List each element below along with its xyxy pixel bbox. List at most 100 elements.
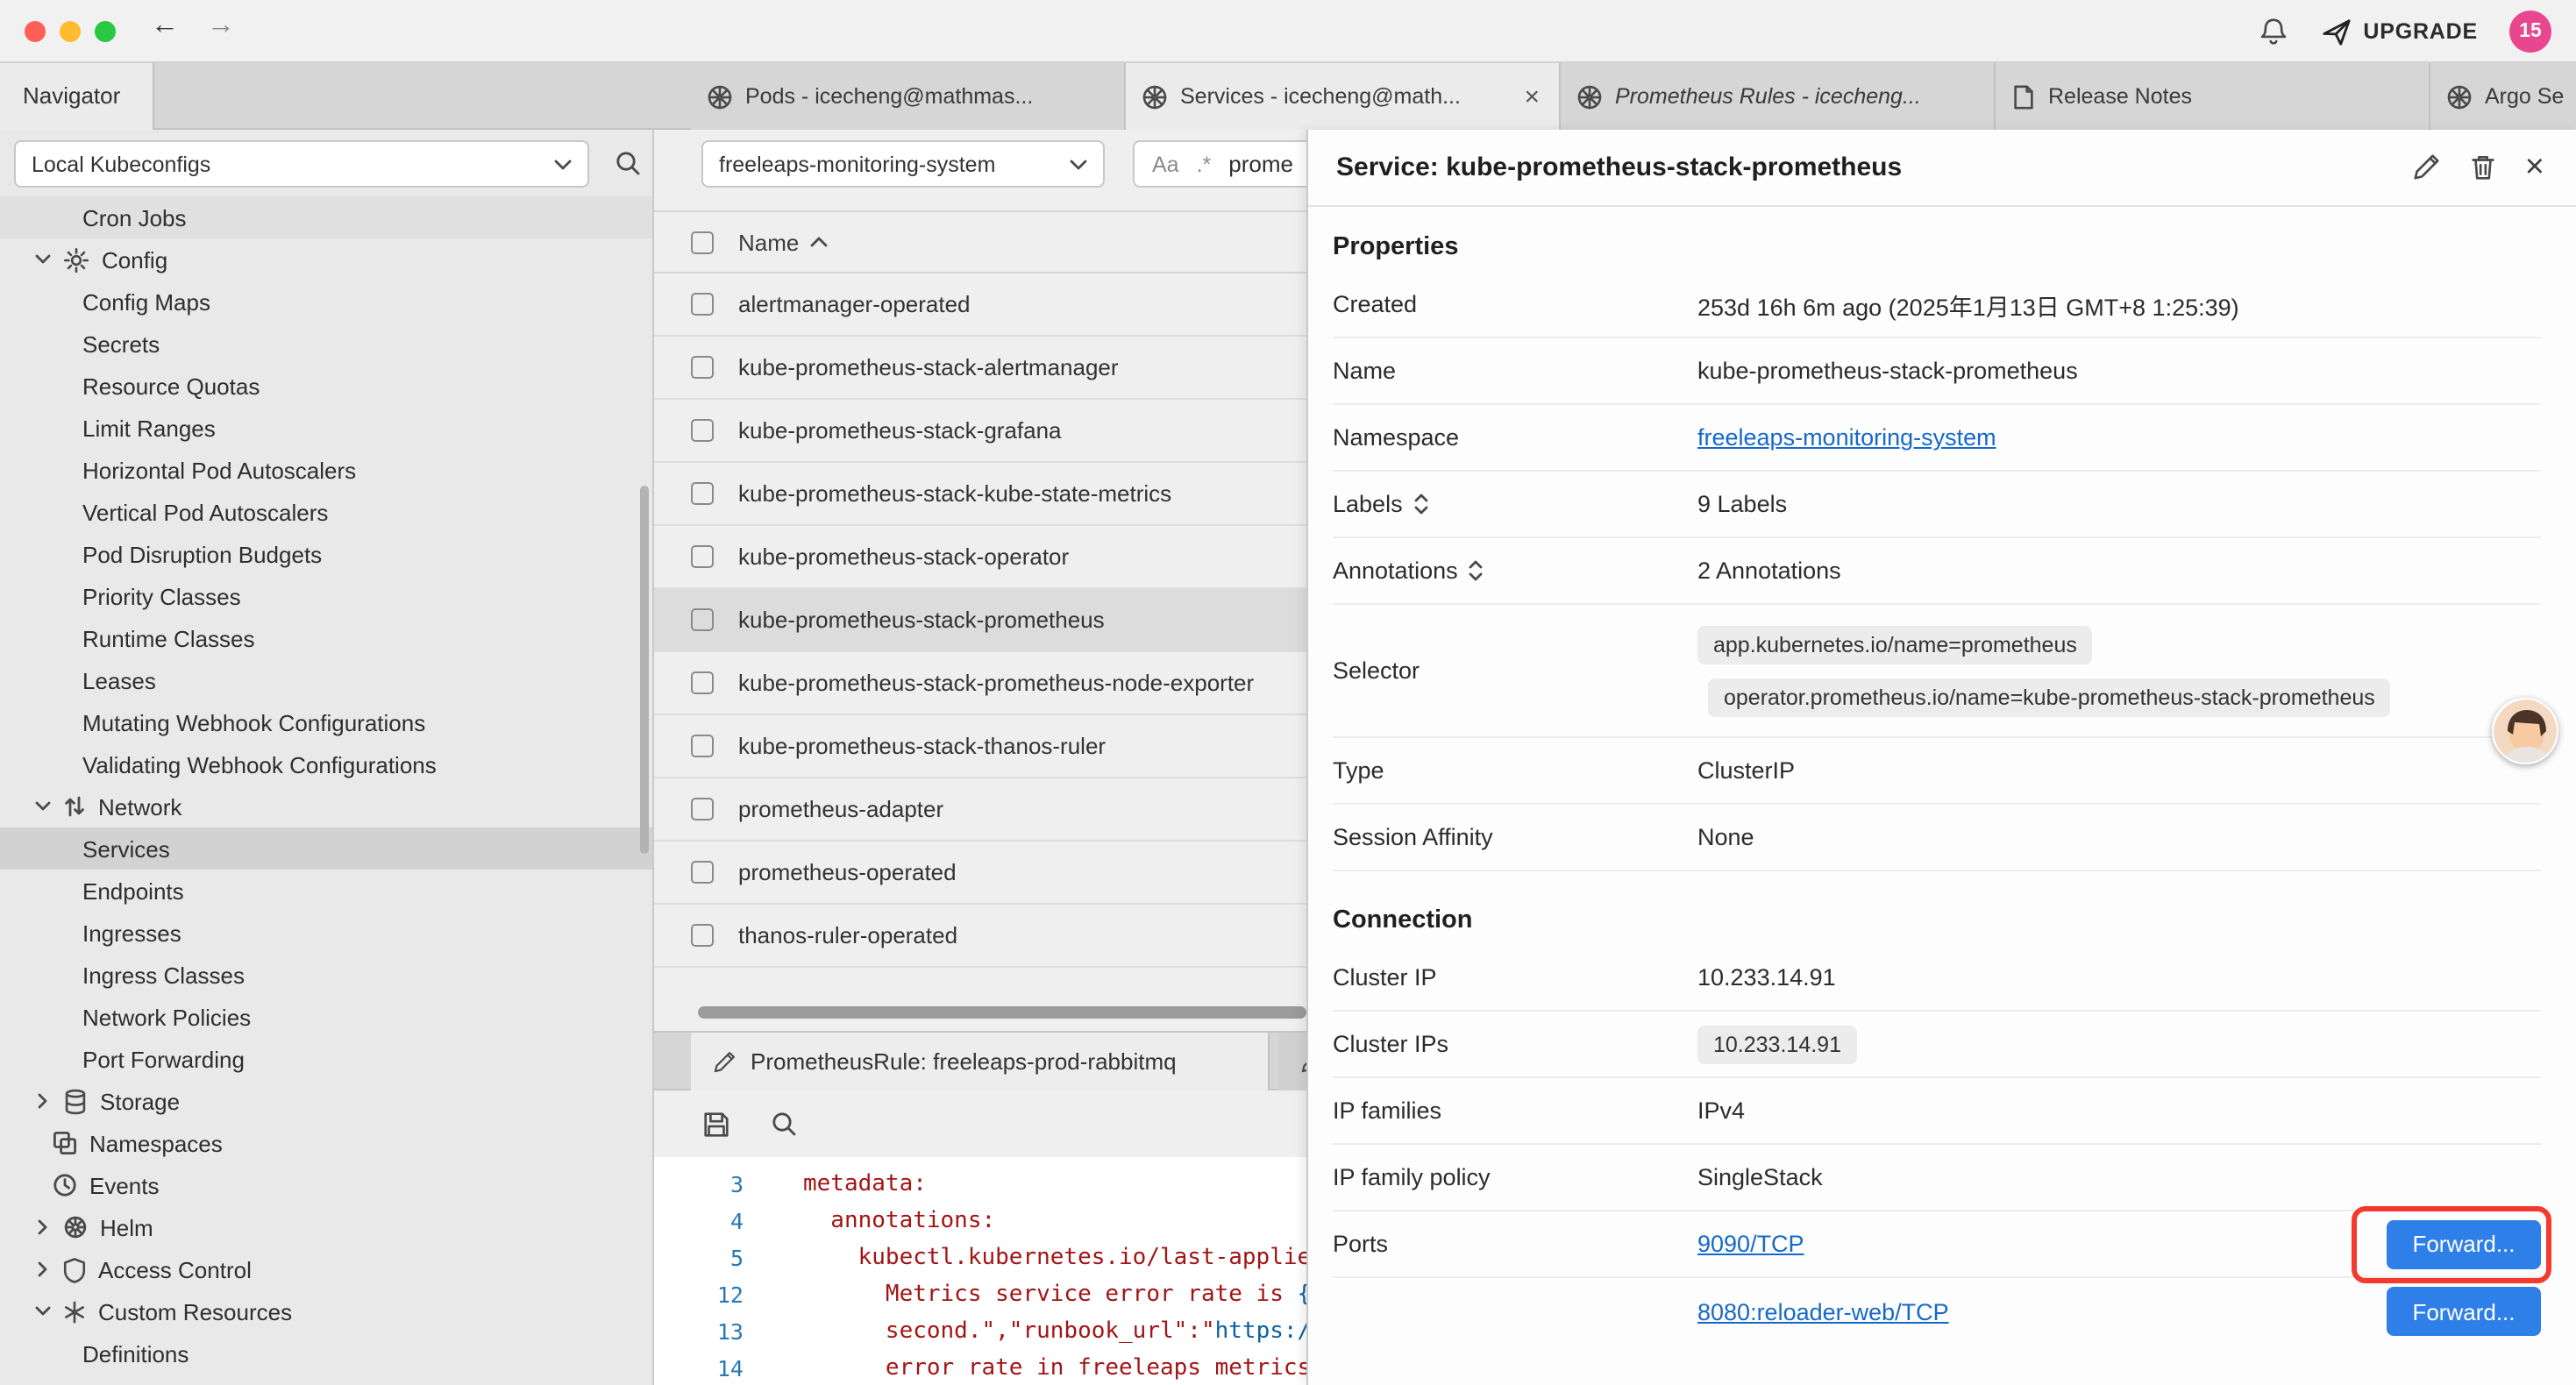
- sidebar-item-pod-disruption-budgets[interactable]: Pod Disruption Budgets: [0, 533, 652, 575]
- editor-search-icon[interactable]: [770, 1110, 798, 1138]
- sidebar-item-priority-classes[interactable]: Priority Classes: [0, 575, 652, 617]
- yaml-string: second.","runbook_url":": [803, 1318, 1215, 1345]
- row-checkbox[interactable]: [691, 293, 714, 316]
- row-checkbox[interactable]: [691, 735, 714, 757]
- sidebar-item-services[interactable]: Services: [0, 827, 652, 870]
- row-checkbox[interactable]: [691, 861, 714, 884]
- tab-label: Prometheus Rules - icecheng...: [1615, 84, 1978, 109]
- row-checkbox[interactable]: [691, 419, 714, 442]
- namespace-select[interactable]: freeleaps-monitoring-system: [701, 140, 1105, 188]
- kubeconfig-select-value: Local Kubeconfigs: [32, 152, 554, 176]
- sidebar-item-config[interactable]: Config: [0, 238, 652, 281]
- service-details-drawer: Service: kube-prometheus-stack-prometheu…: [1306, 130, 2576, 1385]
- line-number: 3: [654, 1166, 744, 1203]
- tab-label: Pods - icecheng@mathmas...: [745, 84, 1108, 109]
- sort-toggle-icon[interactable]: [1469, 559, 1484, 582]
- port-forward-button[interactable]: Forward...: [2387, 1287, 2541, 1336]
- close-window-button[interactable]: [25, 21, 46, 42]
- tab-services[interactable]: Services - icecheng@math... ×: [1126, 63, 1561, 130]
- notifications-bell-icon[interactable]: [2256, 15, 2289, 48]
- selector-badge: operator.prometheus.io/name=kube-prometh…: [1708, 678, 2391, 716]
- sidebar-item-custom-resources[interactable]: Custom Resources: [0, 1290, 652, 1332]
- history-nav: ← →: [151, 11, 235, 42]
- sidebar-item-horizontal-pod-autoscalers[interactable]: Horizontal Pod Autoscalers: [0, 449, 652, 491]
- sidebar-search-icon[interactable]: [614, 149, 642, 177]
- clock-icon: [53, 1173, 77, 1197]
- port-link-9090[interactable]: 9090/TCP: [1697, 1231, 1804, 1257]
- sidebar-item-limit-ranges[interactable]: Limit Ranges: [0, 407, 652, 449]
- minimize-window-button[interactable]: [60, 21, 81, 42]
- notification-count-badge[interactable]: 15: [2509, 11, 2551, 53]
- sidebar-item-network[interactable]: Network: [0, 785, 652, 827]
- port-link-8080[interactable]: 8080:reloader-web/TCP: [1697, 1298, 1949, 1325]
- property-row-labels: Labels 9 Labels: [1333, 472, 2541, 538]
- bottom-tab-prometheusrule[interactable]: PrometheusRule: freeleaps-prod-rabbitmq: [691, 1033, 1270, 1090]
- tab-pods[interactable]: Pods - icecheng@mathmas...: [691, 63, 1126, 130]
- close-tab-icon[interactable]: ×: [1520, 82, 1543, 111]
- back-button[interactable]: ←: [151, 11, 179, 42]
- sidebar-item-definitions[interactable]: Definitions: [0, 1332, 652, 1374]
- sidebar-scrollbar[interactable]: [640, 486, 649, 854]
- sidebar-item-helm[interactable]: Helm: [0, 1206, 652, 1248]
- select-all-checkbox[interactable]: [691, 231, 714, 253]
- row-checkbox[interactable]: [691, 608, 714, 631]
- sidebar-item-events[interactable]: Events: [0, 1164, 652, 1206]
- sidebar-item-access-control[interactable]: Access Control: [0, 1248, 652, 1290]
- sidebar-item-validating-webhook-configurations[interactable]: Validating Webhook Configurations: [0, 743, 652, 785]
- sidebar-item-runtime-classes[interactable]: Runtime Classes: [0, 617, 652, 659]
- connection-row-ip-families: IP families IPv4: [1333, 1078, 2541, 1145]
- sidebar-item-vertical-pod-autoscalers[interactable]: Vertical Pod Autoscalers: [0, 491, 652, 533]
- sort-ascending-icon[interactable]: [809, 237, 827, 247]
- sidebar-item-ingress-classes[interactable]: Ingress Classes: [0, 954, 652, 996]
- row-checkbox[interactable]: [691, 482, 714, 505]
- row-checkbox[interactable]: [691, 924, 714, 947]
- horizontal-scrollbar[interactable]: [698, 1006, 1306, 1019]
- save-icon[interactable]: [701, 1109, 731, 1139]
- sidebar-item-network-policies[interactable]: Network Policies: [0, 996, 652, 1038]
- row-checkbox[interactable]: [691, 545, 714, 568]
- regex-toggle[interactable]: .*: [1197, 152, 1212, 176]
- sidebar-item-ingresses[interactable]: Ingresses: [0, 912, 652, 954]
- row-checkbox[interactable]: [691, 671, 714, 694]
- edit-icon[interactable]: [2411, 153, 2441, 182]
- close-drawer-icon[interactable]: ×: [2525, 151, 2544, 184]
- name-column-header[interactable]: Name: [738, 229, 799, 255]
- upgrade-button[interactable]: UPGRADE: [2321, 17, 2478, 46]
- row-checkbox[interactable]: [691, 798, 714, 820]
- app-window: ← → UPGRADE 15 Navigator Pods - icecheng…: [0, 0, 2576, 1385]
- sidebar-item-config-maps[interactable]: Config Maps: [0, 281, 652, 323]
- tab-release-notes[interactable]: Release Notes: [1996, 63, 2430, 130]
- namespace-link[interactable]: freeleaps-monitoring-system: [1697, 424, 1996, 451]
- sidebar-item-storage[interactable]: Storage: [0, 1080, 652, 1122]
- namespace-select-value: freeleaps-monitoring-system: [719, 152, 1070, 176]
- sidebar-item-mutating-webhook-configurations[interactable]: Mutating Webhook Configurations: [0, 701, 652, 743]
- sidebar-item-namespaces[interactable]: Namespaces: [0, 1122, 652, 1164]
- connection-row-ip-family-policy: IP family policy SingleStack: [1333, 1145, 2541, 1211]
- user-avatar[interactable]: [2492, 698, 2558, 764]
- titlebar: ← → UPGRADE 15: [0, 0, 2576, 63]
- chevron-right-icon: [38, 1261, 48, 1277]
- sort-toggle-icon[interactable]: [1413, 493, 1429, 515]
- sidebar-item-endpoints[interactable]: Endpoints: [0, 870, 652, 912]
- yaml-key: metadata:: [803, 1171, 927, 1197]
- tab-label: Services - icecheng@math...: [1180, 84, 1508, 109]
- sidebar-item-resource-quotas[interactable]: Resource Quotas: [0, 365, 652, 407]
- navigator-panel-tab[interactable]: Navigator: [0, 63, 154, 130]
- forward-button[interactable]: →: [207, 11, 235, 42]
- delete-icon[interactable]: [2469, 153, 2497, 182]
- tab-argo[interactable]: Argo Se: [2430, 63, 2576, 130]
- sidebar-item-cron-jobs[interactable]: Cron Jobs: [0, 196, 652, 238]
- sidebar-item-leases[interactable]: Leases: [0, 659, 652, 701]
- property-row-selector: Selector app.kubernetes.io/name=promethe…: [1333, 605, 2541, 738]
- properties-heading: Properties: [1333, 230, 2541, 265]
- kubeconfig-select[interactable]: Local Kubeconfigs: [14, 140, 589, 188]
- tab-prometheus-rules[interactable]: Prometheus Rules - icecheng...: [1561, 63, 1996, 130]
- port-forward-button[interactable]: Forward...: [2387, 1219, 2541, 1268]
- row-checkbox[interactable]: [691, 356, 714, 379]
- sidebar-item-port-forwarding[interactable]: Port Forwarding: [0, 1038, 652, 1080]
- cluster-ip-badge: 10.233.14.91: [1697, 1025, 1857, 1063]
- zoom-window-button[interactable]: [95, 21, 116, 42]
- match-case-toggle[interactable]: Aa: [1152, 152, 1179, 176]
- sidebar-item-secrets[interactable]: Secrets: [0, 323, 652, 365]
- tab-bar: Navigator Pods - icecheng@mathmas... Ser…: [0, 63, 2576, 130]
